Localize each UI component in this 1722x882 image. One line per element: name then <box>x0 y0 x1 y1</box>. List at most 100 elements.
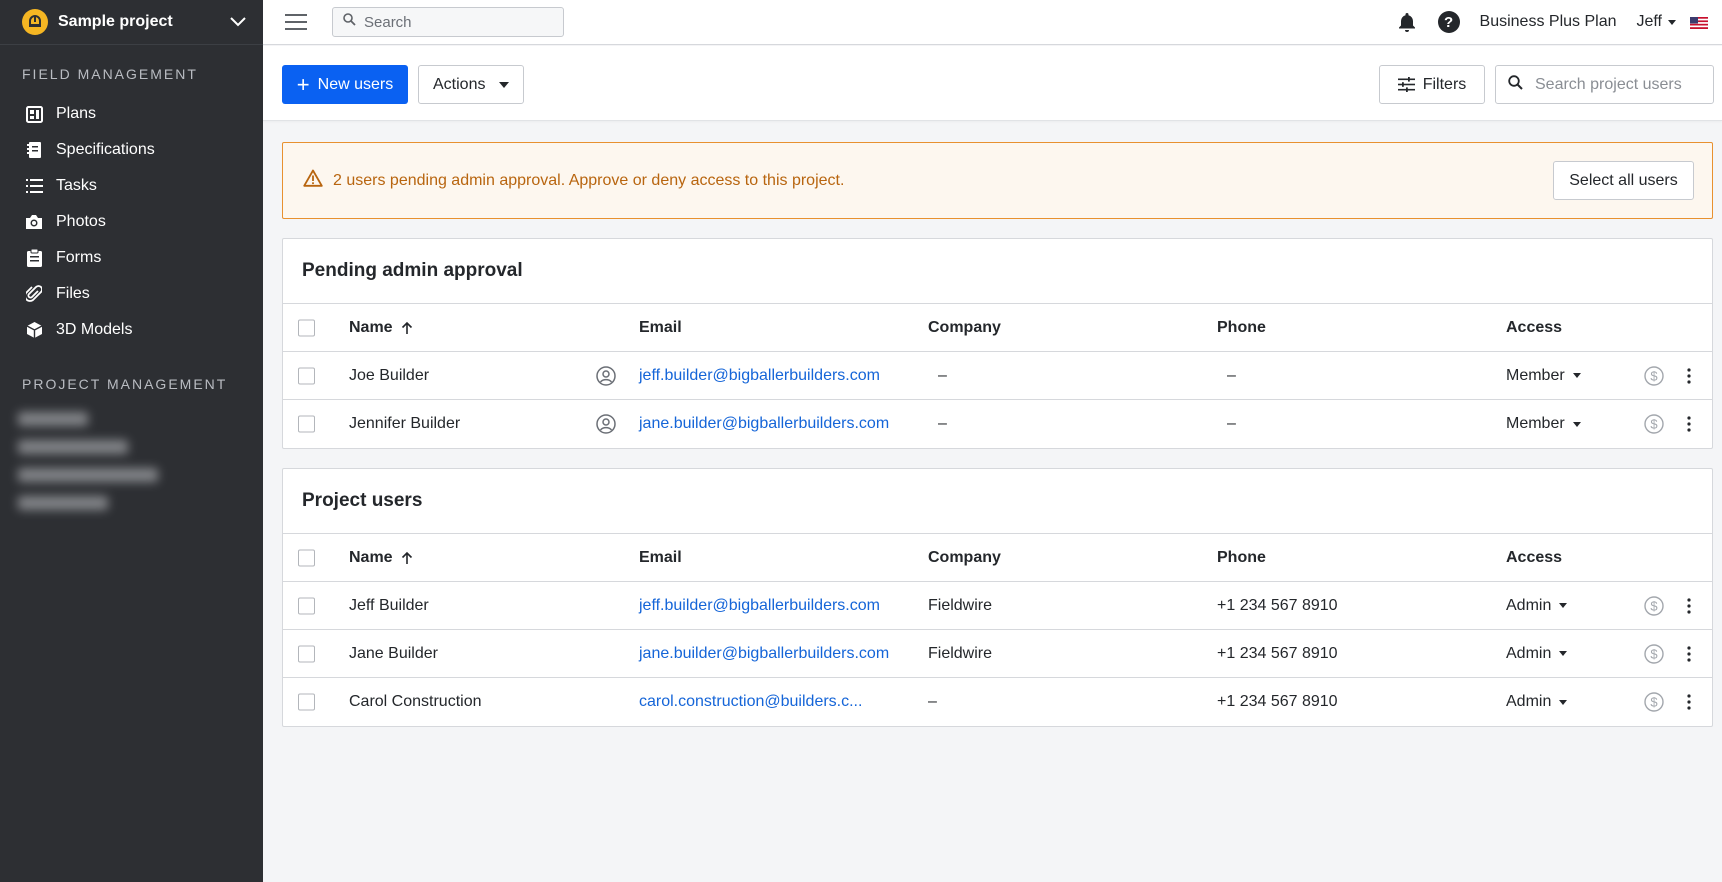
actions-button[interactable]: Actions <box>418 65 524 104</box>
sidebar-item-specifications[interactable]: Specifications <box>0 132 263 168</box>
access-column-header: Access <box>1506 548 1563 566</box>
filters-button[interactable]: Filters <box>1379 65 1485 104</box>
clipboard-icon <box>24 248 44 268</box>
user-email-link[interactable]: carol.construction@builders.c... <box>639 693 862 711</box>
help-icon[interactable]: ? <box>1437 11 1460 33</box>
access-dropdown[interactable]: Admin <box>1506 597 1568 615</box>
sidebar-item-files[interactable]: Files <box>0 276 263 312</box>
row-checkbox[interactable] <box>298 645 315 662</box>
user-name: Jane Builder <box>349 644 438 662</box>
user-phone: – <box>1227 366 1236 384</box>
more-options-icon[interactable] <box>1679 692 1699 712</box>
sidebar-item-tasks[interactable]: Tasks <box>0 168 263 204</box>
user-phone: +1 234 567 8910 <box>1217 644 1338 662</box>
sidebar-item-3d-models[interactable]: 3D Models <box>0 312 263 348</box>
paperclip-icon <box>24 284 44 304</box>
arrow-up-icon <box>401 551 413 565</box>
users-toolbar: + New users Actions Filters <box>263 46 1722 121</box>
new-users-button[interactable]: + New users <box>282 65 408 104</box>
access-value: Admin <box>1506 644 1552 662</box>
access-dropdown[interactable]: Member <box>1506 415 1581 433</box>
sidebar-item-photos[interactable]: Photos <box>0 204 263 240</box>
banner-message: 2 users pending admin approval. Approve … <box>333 171 845 189</box>
sidebar: Sample project FIELD MANAGEMENT Plans Sp… <box>0 0 263 882</box>
dollar-circle-icon[interactable]: $ <box>1644 365 1664 386</box>
access-dropdown[interactable]: Admin <box>1506 693 1568 711</box>
sliders-icon <box>1397 77 1415 92</box>
hamburger-menu-icon[interactable] <box>284 10 308 34</box>
search-project-users-input[interactable] <box>1535 75 1705 94</box>
blurred-project-management-items <box>10 412 180 578</box>
bell-icon[interactable] <box>1396 11 1418 33</box>
name-header-label: Name <box>349 548 393 566</box>
sidebar-item-label: Plans <box>56 105 97 122</box>
more-options-icon[interactable] <box>1679 414 1699 434</box>
access-value: Member <box>1506 366 1565 384</box>
sidebar-item-forms[interactable]: Forms <box>0 240 263 276</box>
sidebar-item-label: 3D Models <box>56 321 133 338</box>
project-switcher[interactable]: Sample project <box>0 0 263 45</box>
specifications-icon <box>24 140 44 160</box>
user-company: Fieldwire <box>928 644 993 662</box>
user-menu[interactable]: Jeff <box>1637 13 1676 31</box>
top-bar-right: ? Business Plus Plan Jeff <box>1396 11 1722 33</box>
search-project-users[interactable] <box>1495 65 1714 104</box>
name-column-header[interactable]: Name <box>349 319 413 337</box>
select-all-users-button[interactable]: Select all users <box>1553 161 1694 200</box>
sidebar-item-label: Photos <box>56 213 106 230</box>
email-column-header: Email <box>639 318 682 336</box>
us-flag-icon[interactable] <box>1690 16 1708 29</box>
table-row: Jane Builder jane.builder@bigballerbuild… <box>283 630 1712 678</box>
sidebar-item-plans[interactable]: Plans <box>0 96 263 132</box>
cube-icon <box>24 320 44 340</box>
caret-down-icon <box>1559 651 1568 656</box>
chevron-down-icon[interactable] <box>227 11 249 33</box>
table-row: Joe Builder jeff.builder@bigballerbuilde… <box>283 352 1712 400</box>
field-management-nav: Plans Specifications Tasks Photos Forms … <box>0 96 263 348</box>
more-options-icon[interactable] <box>1679 596 1699 616</box>
warning-icon <box>303 169 323 192</box>
caret-down-icon <box>1559 603 1568 608</box>
access-dropdown[interactable]: Member <box>1506 367 1581 385</box>
phone-column-header: Phone <box>1217 548 1266 566</box>
project-name: Sample project <box>58 13 173 30</box>
plans-icon <box>24 104 44 124</box>
dollar-circle-icon[interactable]: $ <box>1644 692 1664 712</box>
top-bar: ? Business Plus Plan Jeff <box>263 0 1722 45</box>
plan-label[interactable]: Business Plus Plan <box>1480 13 1617 31</box>
select-all-checkbox[interactable] <box>298 319 315 336</box>
user-email-link[interactable]: jane.builder@bigballerbuilders.com <box>639 415 889 433</box>
table-row: Carol Construction carol.construction@bu… <box>283 678 1712 726</box>
user-email-link[interactable]: jeff.builder@bigballerbuilders.com <box>639 597 880 615</box>
caret-down-icon <box>1572 421 1581 427</box>
dollar-circle-icon[interactable]: $ <box>1644 414 1664 434</box>
table-header: Name Email Company Phone Access <box>283 534 1712 582</box>
list-icon <box>24 176 44 196</box>
user-company: – <box>928 693 937 710</box>
user-email-link[interactable]: jane.builder@bigballerbuilders.com <box>639 645 889 663</box>
global-search-input[interactable] <box>364 13 544 31</box>
access-dropdown[interactable]: Admin <box>1506 644 1568 663</box>
row-checkbox[interactable] <box>298 597 315 614</box>
camera-icon <box>24 212 44 232</box>
user-name: Joe Builder <box>349 366 430 384</box>
name-column-header[interactable]: Name <box>349 549 413 567</box>
more-options-icon[interactable] <box>1679 366 1699 386</box>
project-logo-icon <box>22 9 48 35</box>
search-icon <box>343 13 356 31</box>
dollar-circle-icon[interactable]: $ <box>1644 643 1664 664</box>
select-all-checkbox[interactable] <box>298 549 315 566</box>
dollar-circle-icon[interactable]: $ <box>1644 595 1664 616</box>
actions-label: Actions <box>433 75 486 93</box>
more-options-icon[interactable] <box>1679 644 1699 664</box>
row-checkbox[interactable] <box>298 367 315 384</box>
user-company: – <box>938 415 947 432</box>
user-phone: +1 234 567 8910 <box>1217 596 1338 614</box>
global-search[interactable] <box>332 7 564 37</box>
row-checkbox[interactable] <box>298 693 315 711</box>
user-email-link[interactable]: jeff.builder@bigballerbuilders.com <box>639 367 880 385</box>
table-header: Name Email Company Phone Access <box>283 304 1712 352</box>
row-checkbox[interactable] <box>298 415 315 433</box>
search-icon <box>1508 74 1523 95</box>
user-phone: +1 234 567 8910 <box>1217 693 1338 710</box>
